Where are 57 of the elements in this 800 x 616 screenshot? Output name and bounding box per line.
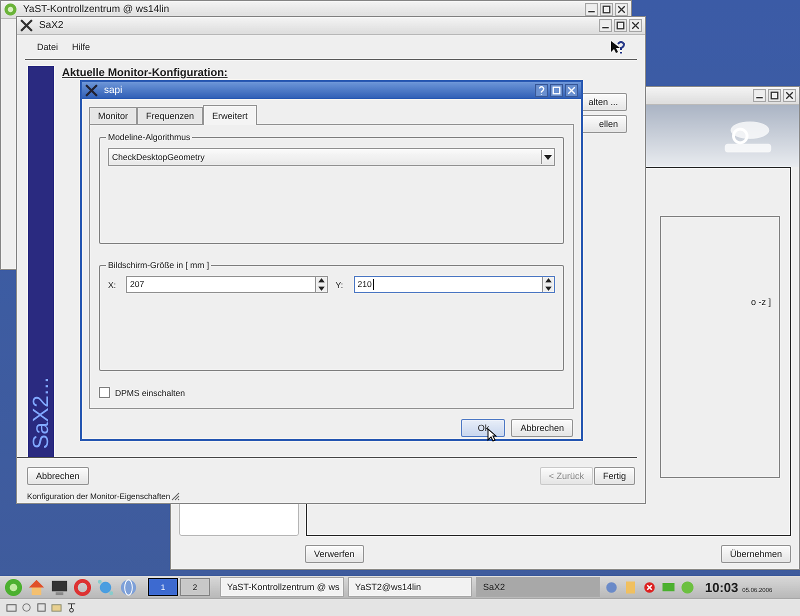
minimize-button[interactable] <box>599 19 612 32</box>
section-heading: Aktuelle Monitor-Konfiguration: <box>62 67 229 79</box>
width-spin-field[interactable]: 207 <box>126 276 328 293</box>
window-title: SaX2 <box>39 20 64 31</box>
help-button[interactable] <box>535 84 548 97</box>
desktop-pager-button[interactable]: 1 <box>148 578 178 596</box>
maximize-button[interactable] <box>768 89 781 102</box>
tab[interactable]: Monitor <box>89 107 138 124</box>
maximize-button[interactable] <box>600 3 613 16</box>
checkbox-label: DPMS einschalten <box>115 388 185 398</box>
wizard-button[interactable]: Abbrechen <box>27 467 89 485</box>
height-spin-field[interactable]: 210 <box>354 276 555 293</box>
group-title: Modeline-Algorithmus <box>106 132 192 142</box>
discard-button[interactable]: Verwerfen <box>305 545 364 563</box>
task-button[interactable]: SaX2 <box>476 577 600 597</box>
desktop-pager-button[interactable]: 2 <box>180 578 210 596</box>
dialog-title: sapi <box>104 85 122 96</box>
close-button[interactable] <box>565 84 578 97</box>
folder-icon[interactable] <box>51 602 62 613</box>
x-logo-icon <box>85 84 98 97</box>
tab[interactable]: Frequenzen <box>137 107 204 124</box>
ring-icon[interactable] <box>21 602 32 613</box>
task-button[interactable]: YaST-Kontrollzentrum @ ws <box>220 577 344 597</box>
minimize-button[interactable] <box>753 89 766 102</box>
wizard-button[interactable]: Fertig <box>594 467 635 485</box>
algorithm-dropdown[interactable]: CheckDesktopGeometry <box>108 148 555 166</box>
task-button[interactable]: YaST2@ws14lin <box>348 577 472 597</box>
menu-item[interactable]: Hilfe <box>72 42 90 52</box>
spin-arrows-icon[interactable] <box>542 277 554 292</box>
tab[interactable]: Erweitert <box>203 105 257 125</box>
window-title: YaST-Kontrollzentrum @ ws14lin <box>23 4 170 15</box>
whats-this-help-icon[interactable] <box>609 39 625 55</box>
start-menu-icon[interactable] <box>4 578 23 596</box>
globe-icon[interactable] <box>119 578 138 596</box>
dropdown-arrow-icon <box>544 154 552 160</box>
close-button[interactable] <box>629 19 642 32</box>
menu-item[interactable]: Datei <box>37 42 58 52</box>
banner-text: SaX2... <box>28 376 54 449</box>
x-logo-icon <box>20 19 33 32</box>
maximize-button[interactable] <box>550 84 563 97</box>
cancel-button[interactable]: Abbrechen <box>511 419 573 437</box>
clock-time[interactable]: 10:03 <box>705 580 738 594</box>
resize-grip-icon[interactable] <box>170 491 180 501</box>
maximize-button[interactable] <box>614 19 627 32</box>
field-label: X: <box>108 280 118 290</box>
group-title: Bildschirm-Größe in [ mm ] <box>106 260 212 270</box>
error-icon[interactable] <box>642 580 657 594</box>
minimize-button[interactable] <box>585 3 598 16</box>
mouse-pointer-icon <box>487 428 497 442</box>
spin-arrows-icon[interactable] <box>314 277 326 292</box>
status-text: Konfiguration der Monitor-Eigenschaften <box>27 492 170 500</box>
checkbox[interactable] <box>99 387 110 398</box>
close-button[interactable] <box>783 89 796 102</box>
apply-button[interactable]: Übernehmen <box>720 545 791 563</box>
field-label: Y: <box>336 280 344 290</box>
partial-text: o -z ] <box>750 297 771 307</box>
close-button[interactable] <box>615 3 628 16</box>
